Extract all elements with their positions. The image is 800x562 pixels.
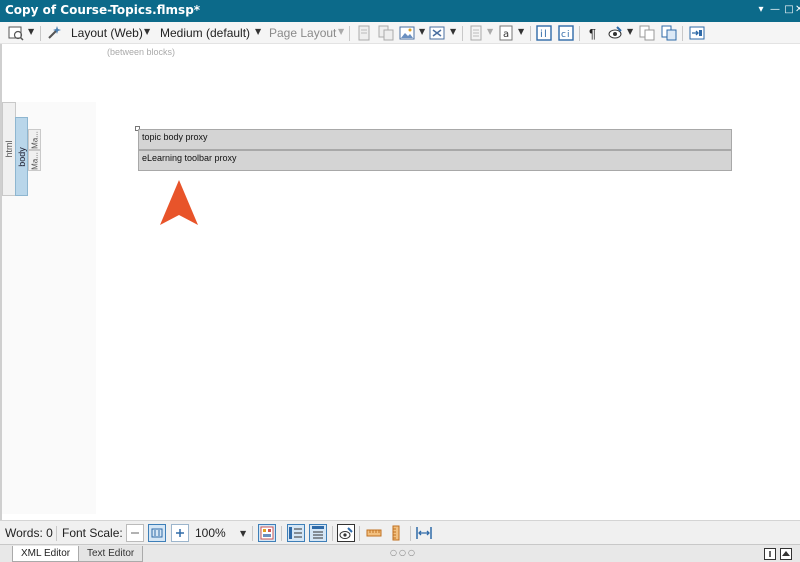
collapse-up-icon[interactable] [780,548,792,560]
show-structure-left-button[interactable] [287,524,305,542]
minus-icon [131,532,139,534]
structure-bar-label: html [4,140,14,158]
status-separator [252,526,253,541]
between-blocks-hint: (between blocks) [107,47,176,57]
structure-bar-label: Ma... [30,151,39,170]
status-separator [281,526,282,541]
toolbar-separator [530,26,531,41]
chevron-down-icon[interactable]: ▼ [28,27,34,36]
paste-icon[interactable] [661,25,677,41]
plus-icon [176,529,184,537]
text-format-icon[interactable]: a [498,25,514,41]
ruler-icon[interactable] [366,525,382,541]
show-structure-top-button[interactable] [309,524,327,542]
status-separator [410,526,411,541]
structure-bars-icon [289,527,302,539]
window-title: Copy of Course-Topics.flmsp* [5,3,201,17]
chevron-down-icon[interactable]: ▼ [518,27,524,36]
font-scale-decrease-button[interactable] [126,524,144,542]
structure-bar-label: body [16,146,27,167]
font-scale-label: Font Scale: [62,526,123,540]
insert-table-icon[interactable] [429,25,445,41]
preview-icon[interactable] [8,25,24,41]
zoom-level[interactable]: 100% [195,526,226,540]
topic-body-proxy[interactable]: topic body proxy [138,129,732,150]
chevron-down-icon[interactable]: ▼ [419,27,425,36]
pointer-arrow-icon [160,180,198,225]
chevron-down-icon[interactable]: ▼ [450,27,456,36]
svg-text:l: l [544,29,547,40]
copy-icon[interactable] [639,25,655,41]
condition-tag-icon[interactable]: il [536,25,552,41]
chevron-down-icon[interactable]: ▼ [144,27,150,36]
snippet-icon[interactable] [468,25,484,41]
editor-tab-bar: XML Editor Text Editor ○○○ [0,544,800,562]
toolbar-separator [349,26,350,41]
pilcrow-icon[interactable]: ¶ [589,25,596,41]
medium-dropdown[interactable]: Medium (default) [160,25,250,41]
show-tags-icon[interactable] [607,25,623,41]
splitter-grip[interactable]: ○○○ [390,548,417,557]
page-layout-dropdown[interactable]: Page Layout [269,25,336,41]
svg-text:c: c [561,30,566,40]
reset-scale-icon [151,528,163,538]
chevron-down-icon[interactable]: ▼ [487,27,493,36]
structure-bar-body[interactable]: body [15,117,28,196]
toolbar-separator [462,26,463,41]
chevron-down-icon[interactable]: ▼ [240,529,246,538]
layout-dropdown[interactable]: Layout (Web) [71,25,143,41]
layout-view-icon [260,526,274,540]
close-button[interactable]: ✕ [795,2,800,18]
track-changes-button[interactable] [337,524,355,542]
editor-toolbar: ▼ Layout (Web) ▼ Medium (default) ▼ Page… [0,22,800,44]
svg-text:a: a [503,29,509,40]
magic-wand-icon[interactable] [46,25,62,41]
fit-width-icon[interactable] [416,525,432,541]
variable-icon[interactable]: ci [558,25,574,41]
layout-view-button[interactable] [258,524,276,542]
elearning-toolbar-proxy[interactable]: eLearning toolbar proxy [138,150,732,171]
chevron-down-icon[interactable]: ▼ [338,27,344,36]
vertical-ruler-icon[interactable] [388,525,404,541]
track-changes-icon [339,527,353,539]
status-separator [56,526,57,541]
span-bars-icon [312,526,324,539]
insert-block-icon[interactable] [689,25,705,41]
word-count: Words: 0 [5,526,53,540]
info-icon[interactable] [764,548,776,560]
toolbar-separator [579,26,580,41]
toolbar-separator [682,26,683,41]
svg-text:i: i [540,29,543,40]
svg-text:i: i [567,30,570,40]
font-scale-reset-button[interactable] [148,524,166,542]
status-separator [359,526,360,541]
status-separator [332,526,333,541]
duplicate-page-icon[interactable] [378,25,394,41]
structure-bar-html[interactable]: html [2,102,16,196]
font-scale-increase-button[interactable] [171,524,189,542]
tab-xml-editor[interactable]: XML Editor [12,546,80,562]
chevron-down-icon[interactable]: ▼ [255,27,261,36]
tab-text-editor[interactable]: Text Editor [78,546,144,562]
structure-bar-ma-1[interactable]: Ma... [28,129,41,150]
structure-bar-ma-2[interactable]: Ma... [28,150,41,171]
insert-image-icon[interactable] [399,25,415,41]
chevron-down-icon[interactable]: ▼ [627,27,633,36]
structure-bar-label: Ma... [30,130,39,149]
title-bar: Copy of Course-Topics.flmsp* ▾ — □ ✕ [0,0,800,22]
toolbar-separator [40,26,41,41]
status-bar: Words: 0 Font Scale: 100% ▼ [0,520,800,544]
page-icon[interactable] [356,25,372,41]
